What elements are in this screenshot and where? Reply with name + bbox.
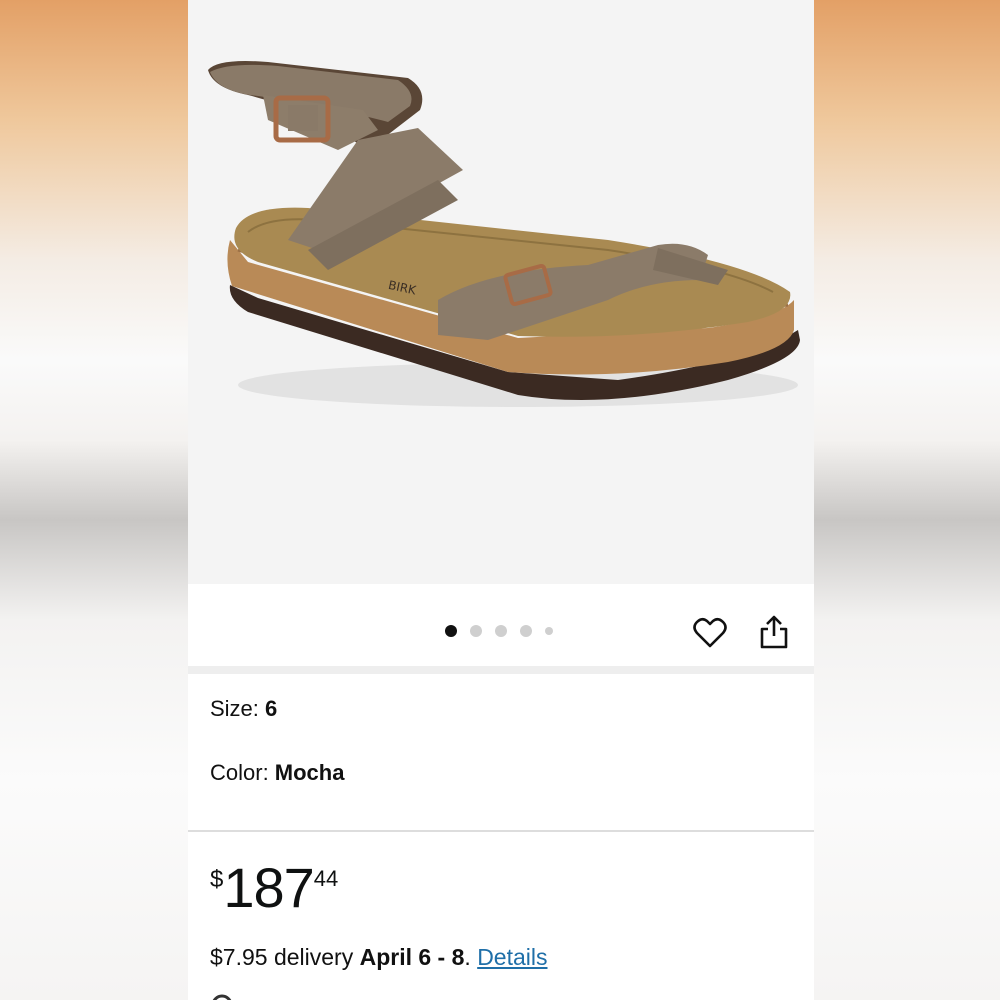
carousel-dot-2[interactable]	[470, 625, 482, 637]
price: $ 187 44	[210, 860, 338, 916]
carousel-dot-1[interactable]	[445, 625, 457, 637]
color-value: Mocha	[274, 760, 345, 785]
delivery-prefix: $7.95 delivery	[210, 944, 360, 970]
carousel-dot-4[interactable]	[520, 625, 532, 637]
heart-icon[interactable]	[693, 616, 727, 650]
price-fraction: 44	[313, 866, 339, 891]
carousel-dot-5[interactable]	[545, 627, 553, 635]
product-image[interactable]: BIRK	[188, 0, 814, 584]
delivery-info: $7.95 delivery April 6 - 8. Details	[210, 944, 548, 971]
size-label: Size:	[210, 696, 266, 721]
blurred-backdrop-left	[0, 0, 188, 1000]
divider	[188, 830, 814, 832]
size-selector[interactable]: Size: 6	[210, 696, 277, 722]
carousel-dot-3[interactable]	[495, 625, 507, 637]
carousel-dots	[445, 625, 553, 637]
location-icon-row-cutoff	[212, 994, 232, 1000]
delivery-details-link[interactable]: Details	[477, 944, 547, 970]
delivery-dates: April 6 - 8	[359, 944, 465, 970]
color-label: Color:	[210, 760, 275, 785]
share-icon[interactable]	[759, 614, 789, 650]
sandal-illustration: BIRK	[208, 61, 800, 407]
blurred-backdrop-right	[814, 0, 1000, 1000]
price-currency: $	[210, 866, 224, 893]
product-page: BIRK Size: 6 Color: Mocha $ 187 44 $7.95…	[188, 0, 814, 1000]
color-selector[interactable]: Color: Mocha	[210, 760, 344, 786]
size-value: 6	[265, 696, 278, 721]
delivery-separator: .	[464, 944, 478, 970]
price-whole: 187	[223, 856, 314, 919]
image-carousel-controls	[188, 584, 814, 666]
section-divider	[188, 666, 814, 674]
